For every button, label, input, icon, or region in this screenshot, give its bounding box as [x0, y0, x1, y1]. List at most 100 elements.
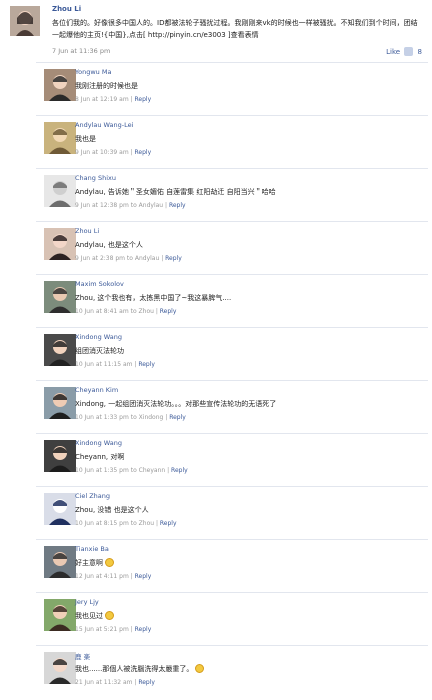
reply-text-content: 我也......那個人被洗腦洗得太嚴重了。 [75, 665, 194, 673]
reply-link[interactable]: Reply [165, 255, 182, 262]
reply-text-content: 我也是 [75, 135, 96, 143]
reply-author[interactable]: Ciel Zhang [75, 492, 110, 500]
reply-avatar[interactable] [44, 334, 76, 366]
reply-item: Jery Ljy 我也见过 15 Jun at 5:21 pm | Reply [36, 592, 428, 645]
reply-meta: 8 Jun at 12:19 am | Reply [75, 96, 152, 103]
reply-link[interactable]: Reply [135, 149, 152, 156]
reply-date[interactable]: 10 Jun at 1:35 pm [75, 467, 129, 474]
reply-to-name[interactable]: Cheyann [139, 467, 166, 474]
reply-text: 我也是 [75, 134, 96, 144]
author-avatar[interactable] [10, 6, 40, 36]
reply-item: Maxim Sokolov Zhou, 这个我也有，太拣黑中国了~我这暴脾气...… [36, 274, 428, 327]
smiley-icon [105, 611, 114, 620]
reply-text: 我刚注册的时候也是 [75, 81, 138, 91]
reply-date[interactable]: 15 Jun at 5:21 pm [75, 626, 129, 633]
reply-date[interactable]: 9 Jun at 10:39 am [75, 149, 129, 156]
reply-date[interactable]: 10 Jun at 8:41 am [75, 308, 129, 315]
reply-author[interactable]: Maxim Sokolov [75, 280, 124, 288]
reply-avatar[interactable] [44, 281, 76, 313]
reply-link[interactable]: Reply [138, 679, 155, 686]
reply-text-content: Xindong, 一起组团消灭法轮功。。。对那些宣传法轮功的无语死了 [75, 400, 277, 408]
reply-link[interactable]: Reply [169, 202, 186, 209]
reply-meta: 9 Jun at 2:38 pm to Andylau | Reply [75, 255, 182, 262]
like-button[interactable]: Like 8 [386, 47, 422, 56]
reply-author[interactable]: Zhou Li [75, 227, 99, 235]
reply-author[interactable]: Jery Ljy [75, 598, 99, 606]
reply-meta: 10 Jun at 1:35 pm to Cheyann | Reply [75, 467, 188, 474]
reply-date[interactable]: 10 Jun at 1:33 pm [75, 414, 129, 421]
reply-to-word: to [130, 467, 137, 474]
reply-date[interactable]: 21 Jun at 11:32 am [75, 679, 132, 686]
reply-author[interactable]: Yongwu Ma [75, 68, 111, 76]
reply-date[interactable]: 12 Jun at 4:11 pm [75, 573, 129, 580]
reply-text: Zhou, 没错 也是这个人 [75, 505, 149, 515]
reply-item: Yongwu Ma 我刚注册的时候也是 8 Jun at 12:19 am | Re… [36, 62, 428, 115]
reply-avatar[interactable] [44, 228, 76, 260]
reply-date[interactable]: 10 Jun at 11:15 am [75, 361, 132, 368]
reply-to-word: to [126, 255, 133, 262]
reply-avatar[interactable] [44, 175, 76, 207]
reply-avatar[interactable] [44, 387, 76, 419]
reply-date[interactable]: 10 Jun at 8:15 pm [75, 520, 129, 527]
reply-to-name[interactable]: Andylau [139, 202, 163, 209]
reply-date[interactable]: 9 Jun at 2:38 pm [75, 255, 125, 262]
reply-text: Cheyann, 对啊 [75, 452, 124, 462]
reply-avatar[interactable] [44, 652, 76, 684]
post-date[interactable]: 7 Jun at 11:36 pm [52, 47, 110, 55]
reply-link[interactable]: Reply [135, 96, 152, 103]
reply-to-name[interactable]: Xindong [139, 414, 164, 421]
reply-avatar[interactable] [44, 546, 76, 578]
reply-text: Xindong, 一起组团消灭法轮功。。。对那些宣传法轮功的无语死了 [75, 399, 276, 409]
smiley-icon [105, 558, 114, 567]
reply-link[interactable]: Reply [135, 626, 152, 633]
reply-to-name[interactable]: Zhou [139, 308, 154, 315]
reply-author[interactable]: Tianxie Ba [75, 545, 109, 553]
reply-meta: 10 Jun at 1:33 pm to Xindong | Reply [75, 414, 186, 421]
reply-author[interactable]: Xindong Wang [75, 333, 122, 341]
post-body: 各位们我的。好像很多中国人的。ID都被法轮子骚扰过程。我刚刚来vk的时候也一样被… [52, 19, 418, 39]
reply-author[interactable]: 鹿 楽 [75, 651, 90, 661]
reply-to-name[interactable]: Zhou [139, 520, 154, 527]
reply-author[interactable]: Chang Shixu [75, 174, 116, 182]
reply-author[interactable]: Cheyann Kim [75, 386, 118, 394]
reply-avatar[interactable] [44, 440, 76, 472]
reply-to-word: to [130, 520, 137, 527]
reply-author[interactable]: Andylau Wang-Lei [75, 121, 133, 129]
smiley-icon [195, 664, 205, 673]
reply-to-name[interactable]: Andylau [135, 255, 159, 262]
reply-avatar[interactable] [44, 122, 76, 154]
reply-text: Andylau, 告诉她＂圣女媚佑 自莲雷集 红阳劫迁 自阳当兴＂哈哈 [75, 187, 276, 197]
reply-text: 组团消灭法轮功 [75, 346, 124, 356]
reply-meta: 15 Jun at 5:21 pm | Reply [75, 626, 152, 633]
reply-date[interactable]: 8 Jun at 12:19 am [75, 96, 129, 103]
reply-avatar[interactable] [44, 599, 76, 631]
reply-to-word: to [130, 202, 137, 209]
reply-text: 我也......那個人被洗腦洗得太嚴重了。 [75, 664, 205, 674]
like-count: 8 [417, 48, 422, 56]
reply-avatar[interactable] [44, 69, 76, 101]
reply-text-content: 我刚注册的时候也是 [75, 82, 138, 90]
reply-meta: 21 Jun at 11:32 am | Reply [75, 679, 155, 686]
reply-author[interactable]: Xindong Wang [75, 439, 122, 447]
reply-item: 鹿 楽我也......那個人被洗腦洗得太嚴重了。 21 Jun at 11:32 … [36, 645, 428, 698]
reply-link[interactable]: Reply [160, 520, 177, 527]
reply-text-content: 组团消灭法轮功 [75, 347, 124, 355]
reply-meta: 12 Jun at 4:11 pm | Reply [75, 573, 152, 580]
reply-text-content: Andylau, 也是这个人 [75, 241, 143, 249]
reply-link[interactable]: Reply [169, 414, 186, 421]
reply-link[interactable]: Reply [160, 308, 177, 315]
reply-avatar[interactable] [44, 493, 76, 525]
reply-text-content: 我也见过 [75, 612, 103, 620]
post-author[interactable]: Zhou Li [52, 5, 81, 13]
reply-link[interactable]: Reply [171, 467, 188, 474]
reply-text-content: 好主意啊 [75, 559, 103, 567]
reply-text: Andylau, 也是这个人 [75, 240, 143, 250]
reply-date[interactable]: 9 Jun at 12:38 pm [75, 202, 129, 209]
reply-item: Ciel Zhang Zhou, 没错 也是这个人 10 Jun at 8:15 p… [36, 486, 428, 539]
reply-text-content: Cheyann, 对啊 [75, 453, 125, 461]
reply-item: Zhou Li Andylau, 也是这个人 9 Jun at 2:38 pm to… [36, 221, 428, 274]
reply-link[interactable]: Reply [135, 573, 152, 580]
reply-to-word: to [130, 414, 137, 421]
reply-item: Tianxie Ba 好主意啊 12 Jun at 4:11 pm | Reply [36, 539, 428, 592]
reply-link[interactable]: Reply [138, 361, 155, 368]
